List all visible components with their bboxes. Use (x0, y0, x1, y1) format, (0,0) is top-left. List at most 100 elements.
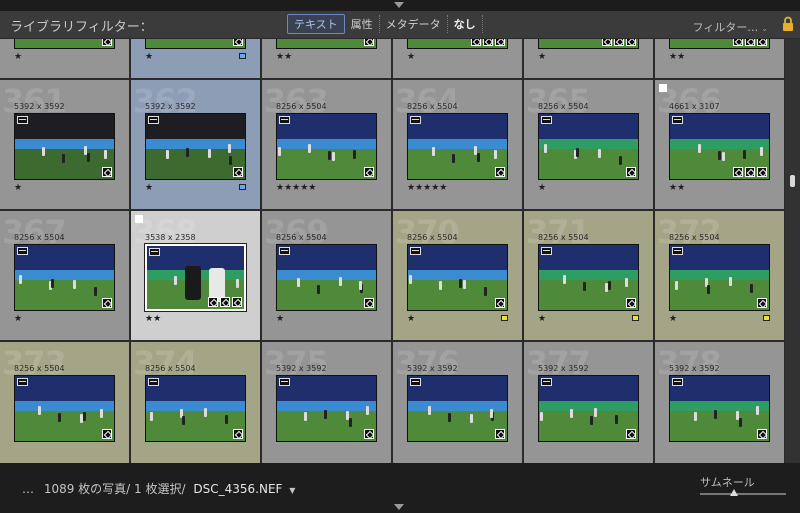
develop-badge-icon[interactable] (102, 298, 112, 308)
photo-thumbnail[interactable] (276, 113, 377, 180)
photo-cell[interactable]: 363 8256 x 5504 ★★★★★ (262, 80, 392, 210)
photo-thumbnail[interactable] (538, 39, 639, 49)
develop-badge-icon[interactable] (364, 429, 374, 439)
photo-thumbnail[interactable] (14, 244, 115, 311)
star-rating[interactable]: ★★★★★ (407, 183, 447, 193)
rotate-icon[interactable] (672, 247, 683, 255)
metadata-badge-icon[interactable] (471, 39, 481, 46)
develop-badge-icon[interactable] (495, 39, 505, 46)
photo-cell[interactable]: ★ (0, 39, 130, 79)
photo-thumbnail[interactable] (669, 244, 770, 311)
develop-badge-icon[interactable] (364, 298, 374, 308)
star-rating[interactable]: ★★ (669, 52, 685, 62)
develop-badge-icon[interactable] (626, 298, 636, 308)
develop-badge-icon[interactable] (233, 39, 243, 46)
develop-badge-icon[interactable] (232, 297, 242, 307)
crop-badge-icon[interactable] (614, 39, 624, 46)
rotate-icon[interactable] (410, 247, 421, 255)
scrollbar-thumb[interactable] (790, 175, 795, 187)
star-rating[interactable]: ★ (145, 183, 153, 193)
develop-badge-icon[interactable] (757, 429, 767, 439)
photo-thumbnail[interactable] (407, 244, 508, 311)
photo-thumbnail[interactable] (276, 244, 377, 311)
photo-cell[interactable]: 378 5392 x 3592 (655, 342, 785, 463)
filter-preset-dropdown[interactable]: フィルター… ⌄ (693, 19, 768, 35)
photo-cell[interactable]: ★★ (655, 39, 785, 79)
photo-thumbnail[interactable] (145, 113, 246, 180)
star-rating[interactable]: ★ (276, 314, 284, 324)
star-rating[interactable]: ★ (145, 52, 153, 62)
photo-cell[interactable]: 370 8256 x 5504 ★ (393, 211, 523, 341)
photo-cell[interactable]: 364 8256 x 5504 ★★★★★ (393, 80, 523, 210)
develop-badge-icon[interactable] (102, 167, 112, 177)
star-rating[interactable]: ★★ (276, 52, 292, 62)
star-rating[interactable]: ★ (669, 314, 677, 324)
photo-cell[interactable]: 366 4661 x 3107 ★★ (655, 80, 785, 210)
rotate-icon[interactable] (410, 116, 421, 124)
develop-badge-icon[interactable] (233, 167, 243, 177)
crop-badge-icon[interactable] (745, 167, 755, 177)
develop-badge-icon[interactable] (495, 429, 505, 439)
develop-badge-icon[interactable] (495, 167, 505, 177)
flag-icon[interactable] (659, 84, 667, 92)
metadata-badge-icon[interactable] (602, 39, 612, 46)
star-rating[interactable]: ★ (14, 183, 22, 193)
photo-cell[interactable]: 371 8256 x 5504 ★ (524, 211, 654, 341)
star-rating[interactable]: ★ (14, 52, 22, 62)
thumbnail-slider-knob[interactable] (730, 489, 738, 496)
photo-cell[interactable]: 2★ (524, 39, 654, 79)
photo-cell[interactable]: 373 8256 x 5504 (0, 342, 130, 463)
star-rating[interactable]: ★★ (669, 183, 685, 193)
develop-badge-icon[interactable] (757, 167, 767, 177)
develop-badge-icon[interactable] (102, 39, 112, 46)
photo-thumbnail[interactable] (14, 375, 115, 442)
develop-badge-icon[interactable] (757, 39, 767, 46)
rotate-icon[interactable] (541, 116, 552, 124)
current-filename[interactable]: DSC_4356.NEF (193, 482, 282, 496)
rotate-icon[interactable] (672, 116, 683, 124)
collapse-bottom-arrow-icon[interactable] (394, 504, 404, 510)
photo-thumbnail[interactable] (14, 39, 115, 49)
photo-cell[interactable]: 372 8256 x 5504 ★ (655, 211, 785, 341)
metadata-badge-icon[interactable] (733, 39, 743, 46)
photo-cell[interactable]: 362 5392 x 3592 ★ (131, 80, 261, 210)
star-rating[interactable]: ★★ (145, 314, 161, 324)
rotate-icon[interactable] (149, 248, 160, 256)
develop-badge-icon[interactable] (233, 429, 243, 439)
star-rating[interactable]: ★ (407, 52, 415, 62)
photo-cell[interactable]: 376 5392 x 3592 (393, 342, 523, 463)
photo-thumbnail[interactable] (538, 244, 639, 311)
filter-tab-metadata[interactable]: メタデータ (380, 15, 448, 33)
rotate-icon[interactable] (17, 247, 28, 255)
photo-cell[interactable]: 365 8256 x 5504 ★ (524, 80, 654, 210)
flag-icon[interactable] (135, 215, 143, 223)
star-rating[interactable]: ★ (538, 52, 546, 62)
photo-cell[interactable]: 368 3538 x 2358 ★★ (131, 211, 261, 341)
crop-badge-icon[interactable] (745, 39, 755, 46)
develop-badge-icon[interactable] (364, 167, 374, 177)
photo-cell[interactable]: 375 5392 x 3592 (262, 342, 392, 463)
develop-badge-icon[interactable] (364, 39, 374, 46)
color-label-icon[interactable] (501, 315, 508, 321)
grid-scrollbar[interactable] (785, 39, 800, 463)
develop-badge-icon[interactable] (626, 167, 636, 177)
rotate-icon[interactable] (148, 378, 159, 386)
photo-thumbnail[interactable] (276, 39, 377, 49)
photo-cell[interactable]: 374 8256 x 5504 (131, 342, 261, 463)
photo-thumbnail[interactable] (144, 243, 247, 312)
filter-tab-attribute[interactable]: 属性 (345, 15, 380, 33)
photo-cell[interactable]: ★★ (262, 39, 392, 79)
develop-badge-icon[interactable] (626, 39, 636, 46)
develop-badge-icon[interactable] (757, 298, 767, 308)
lock-icon[interactable] (782, 16, 794, 32)
chevron-down-icon[interactable]: ▼ (289, 486, 295, 495)
star-rating[interactable]: ★ (14, 314, 22, 324)
photo-thumbnail[interactable] (538, 113, 639, 180)
photo-thumbnail[interactable] (145, 39, 246, 49)
rotate-icon[interactable] (279, 247, 290, 255)
photo-thumbnail[interactable] (14, 113, 115, 180)
photo-cell[interactable]: 369 8256 x 5504 ★ (262, 211, 392, 341)
rotate-icon[interactable] (672, 378, 683, 386)
color-label-icon[interactable] (239, 53, 246, 59)
photo-thumbnail[interactable] (276, 375, 377, 442)
